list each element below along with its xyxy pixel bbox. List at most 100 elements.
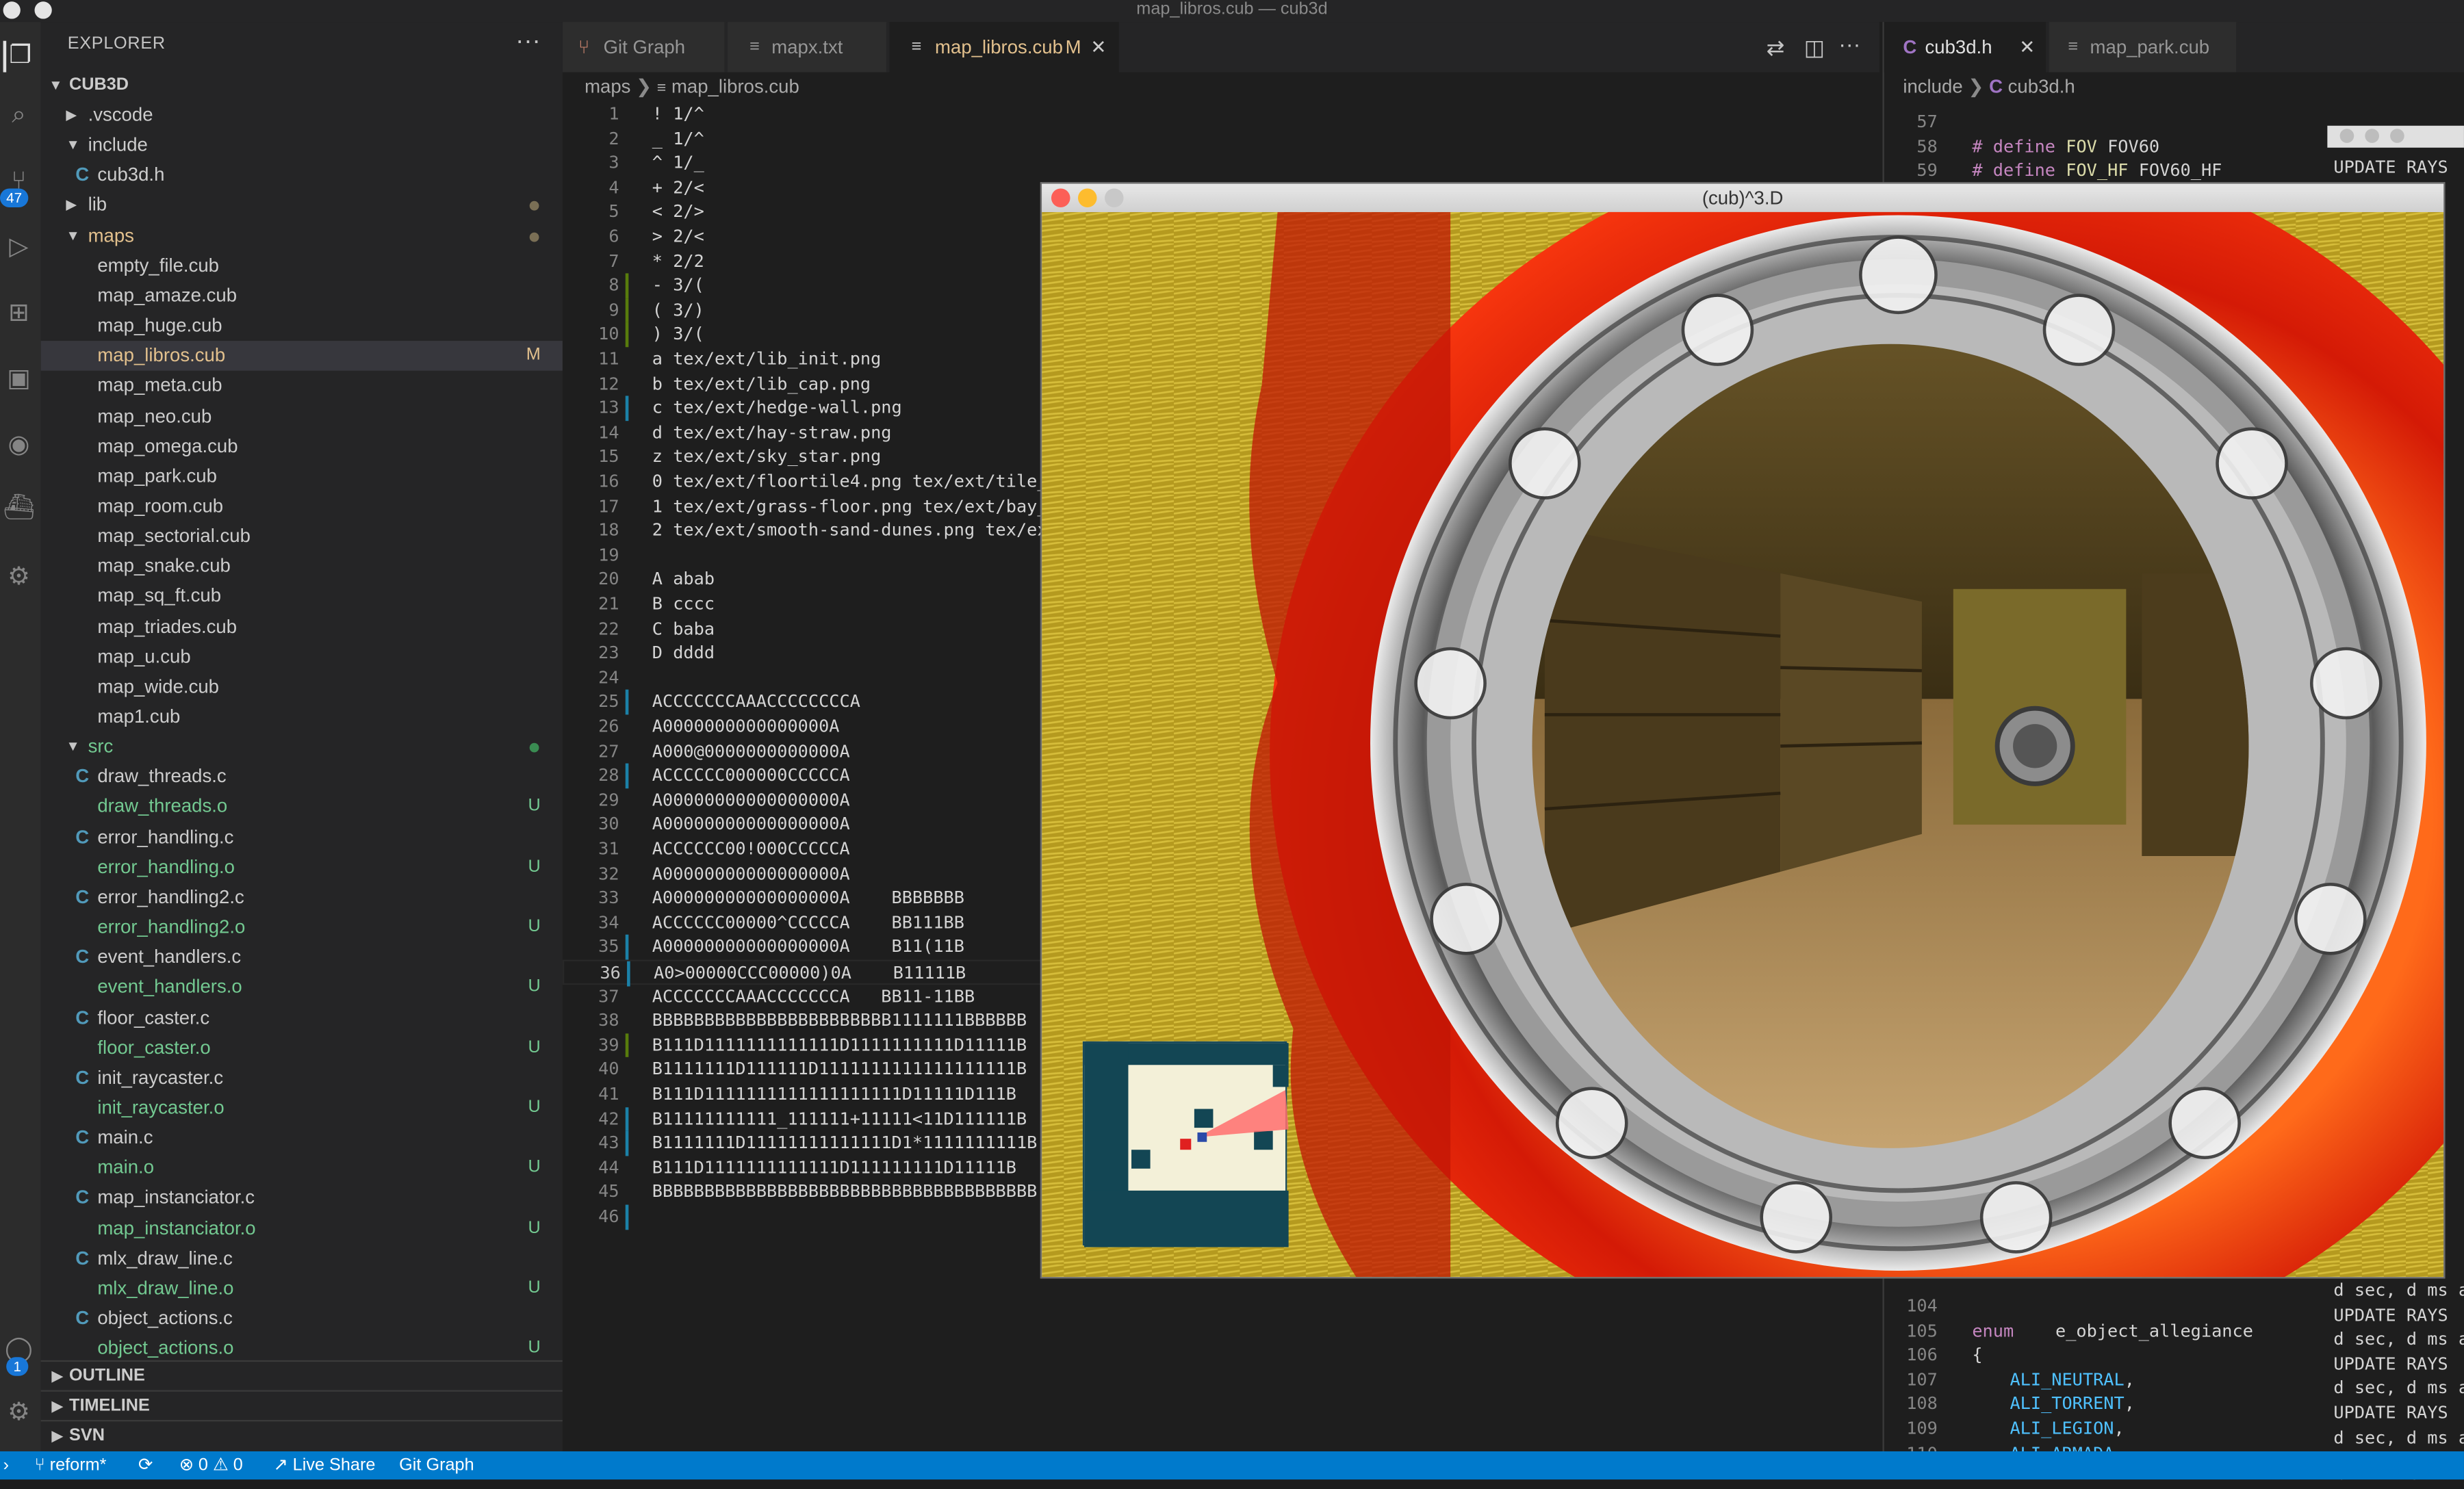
explorer-file[interactable]: map_sq_ft.cub	[41, 582, 563, 612]
explorer-file[interactable]: map_wide.cub	[41, 672, 563, 702]
remote-explorer-icon[interactable]: ▣	[3, 365, 35, 396]
explorer-file[interactable]: map_sectorial.cub	[41, 521, 563, 552]
game-close-icon[interactable]	[1051, 188, 1070, 207]
explorer-file[interactable]: Cfloor_caster.c	[41, 1003, 563, 1033]
code-text: B111D1111111111111111111D11111D111B	[652, 1083, 1016, 1104]
explorer-file[interactable]: map_libros.cub M	[40, 341, 563, 372]
explorer-file[interactable]: map1.cub	[41, 702, 563, 732]
terminal-line: UPDATE RAYS	[2333, 1402, 2448, 1423]
explorer-file[interactable]: map_meta.cub	[41, 372, 563, 402]
explorer-file[interactable]: Cdraw_threads.c	[41, 762, 563, 792]
explorer-file[interactable]: floor_caster.o U	[41, 1033, 563, 1063]
code-text: enum e_object_allegiance	[1972, 1319, 2253, 1343]
problems-indicator[interactable]: ⊗ 0 ⚠ 0	[179, 1451, 243, 1479]
explorer-file[interactable]: Cmain.c	[41, 1123, 563, 1153]
explorer-file[interactable]: map_instanciator.o U	[41, 1213, 563, 1243]
branch-indicator[interactable]: ⑂ reform*	[35, 1451, 107, 1479]
explorer-folder[interactable]: ▶ .vscode	[41, 101, 563, 131]
explorer-file[interactable]: map_omega.cub	[41, 431, 563, 461]
explorer-file[interactable]: Cmlx_draw_line.c	[41, 1243, 563, 1273]
docker-icon[interactable]: ⛴	[3, 493, 36, 525]
explorer-folder[interactable]: ▼ maps	[41, 221, 563, 251]
explorer-folder[interactable]: ▼ include	[41, 131, 563, 161]
run-debug-icon[interactable]: ▷	[3, 233, 35, 264]
code-text: b tex/ext/lib_cap.png	[652, 373, 871, 394]
game-window[interactable]: (cub)^3.D	[1040, 182, 2446, 1279]
explorer-root[interactable]: ▼ CUB3D	[41, 70, 563, 101]
explorer-file[interactable]: map_amaze.cub	[41, 281, 563, 311]
explorer-file[interactable]: Cmap_instanciator.c	[41, 1183, 563, 1213]
code-text: z tex/ext/sky_star.png	[652, 446, 882, 467]
explorer-file[interactable]: map_neo.cub	[41, 401, 563, 431]
code-token: {	[1972, 1345, 1983, 1366]
manage-gear-icon[interactable]: ⚙	[3, 1398, 35, 1429]
explorer-item-label: map_wide.cub	[97, 675, 220, 697]
explorer-file[interactable]: error_handling2.o U	[41, 913, 563, 943]
svn-section[interactable]: ▶ SVN	[40, 1420, 563, 1450]
explorer-file[interactable]: Ccub3d.h	[41, 161, 563, 191]
explorer-folder[interactable]: ▼ src	[41, 732, 563, 762]
editor-more-icon[interactable]: ···	[1838, 31, 1860, 57]
remote-icon[interactable]: ›	[3, 1451, 9, 1479]
outline-section[interactable]: ▶ OUTLINE	[40, 1360, 563, 1390]
game-zoom-icon[interactable]	[1105, 188, 1124, 207]
breadcrumb-folder[interactable]: include	[1903, 75, 1962, 97]
tab-git-graph[interactable]: ⑂ Git Graph	[562, 22, 726, 73]
explorer-file[interactable]: error_handling.o U	[41, 853, 563, 883]
explorer-file[interactable]: draw_threads.o U	[41, 792, 563, 823]
window-close-icon[interactable]	[3, 1, 21, 19]
breadcrumb-file[interactable]: map_libros.cub	[671, 75, 799, 97]
explorer-file[interactable]: map_park.cub	[41, 461, 563, 491]
git-graph-button[interactable]: Git Graph	[399, 1451, 474, 1479]
explorer-file[interactable]: main.o U	[41, 1153, 563, 1183]
code-line[interactable]: 3 ^ 1/_	[563, 151, 1879, 176]
code-line[interactable]: 1 ! 1/^	[563, 102, 1879, 127]
explorer-item-label: map_huge.cub	[97, 314, 222, 337]
window-minimize-icon[interactable]	[34, 1, 52, 19]
breadcrumb-file[interactable]: cub3d.h	[2008, 75, 2075, 97]
explorer-item-label: map_u.cub	[97, 645, 191, 667]
explorer-item-label: draw_threads.c	[97, 765, 227, 788]
explorer-file[interactable]: map_snake.cub	[41, 552, 563, 582]
explorer-file[interactable]: map_triades.cub	[41, 612, 563, 642]
close-tab-icon[interactable]: ✕	[2019, 22, 2035, 72]
terminal-titlebar	[2327, 125, 2464, 148]
explorer-item-label: error_handling2.c	[97, 885, 244, 908]
code-text: > 2/<	[652, 226, 704, 247]
explorer-file[interactable]: Cerror_handling2.c	[41, 883, 563, 913]
explorer-file[interactable]: empty_file.cub	[41, 251, 563, 281]
code-text: B cccc	[652, 593, 715, 614]
game-minimize-icon[interactable]	[1077, 188, 1097, 207]
explorer-file[interactable]: Cinit_raycaster.c	[41, 1063, 563, 1093]
explorer-file[interactable]: Cobject_actions.c	[41, 1304, 563, 1334]
breadcrumb-folder[interactable]: maps	[585, 75, 630, 97]
search-icon[interactable]: ⌕	[3, 101, 35, 132]
split-editor-icon[interactable]: ◫	[1804, 34, 1825, 61]
github-icon[interactable]: ◉	[3, 430, 35, 462]
tab-mapx-txt[interactable]: ≡ mapx.txt	[728, 22, 888, 73]
extensions-icon[interactable]: ⊞	[3, 298, 35, 330]
compare-changes-icon[interactable]: ⇄	[1767, 34, 1785, 61]
tab-cub3d-h[interactable]: C cub3d.h ✕	[1884, 22, 2048, 73]
explorer-file[interactable]: map_room.cub	[41, 491, 563, 521]
explorer-file[interactable]: init_raycaster.o U	[41, 1093, 563, 1123]
explorer-file[interactable]: map_huge.cub	[41, 311, 563, 341]
tab-map-libros[interactable]: ≡ map_libros.cub M ✕	[889, 22, 1120, 73]
code-line[interactable]: 2 _ 1/^	[563, 127, 1879, 151]
more-actions-icon[interactable]: ···	[515, 28, 541, 56]
explorer-file[interactable]: map_u.cub	[41, 642, 563, 672]
explorer-file[interactable]: event_handlers.o U	[41, 973, 563, 1003]
settings-sync-icon[interactable]: ⚙	[3, 562, 35, 594]
explorer-file[interactable]: Cevent_handlers.c	[41, 943, 563, 973]
close-tab-icon[interactable]: ✕	[1090, 22, 1106, 72]
explorer-folder[interactable]: ▶ lib	[41, 191, 563, 221]
timeline-section[interactable]: ▶ TIMELINE	[40, 1390, 563, 1420]
tab-map-park[interactable]: ≡ map_park.cub	[2049, 22, 2238, 73]
explorer-icon[interactable]: ❐	[3, 40, 35, 73]
line-number: 8	[608, 275, 619, 296]
explorer-file[interactable]: Cerror_handling.c	[41, 823, 563, 853]
sync-icon[interactable]: ⟳	[138, 1451, 153, 1479]
explorer-file[interactable]: mlx_draw_line.o U	[41, 1273, 563, 1304]
live-share-button[interactable]: ↗ Live Share	[273, 1451, 375, 1479]
explorer-file[interactable]: object_actions.o U	[41, 1334, 563, 1364]
